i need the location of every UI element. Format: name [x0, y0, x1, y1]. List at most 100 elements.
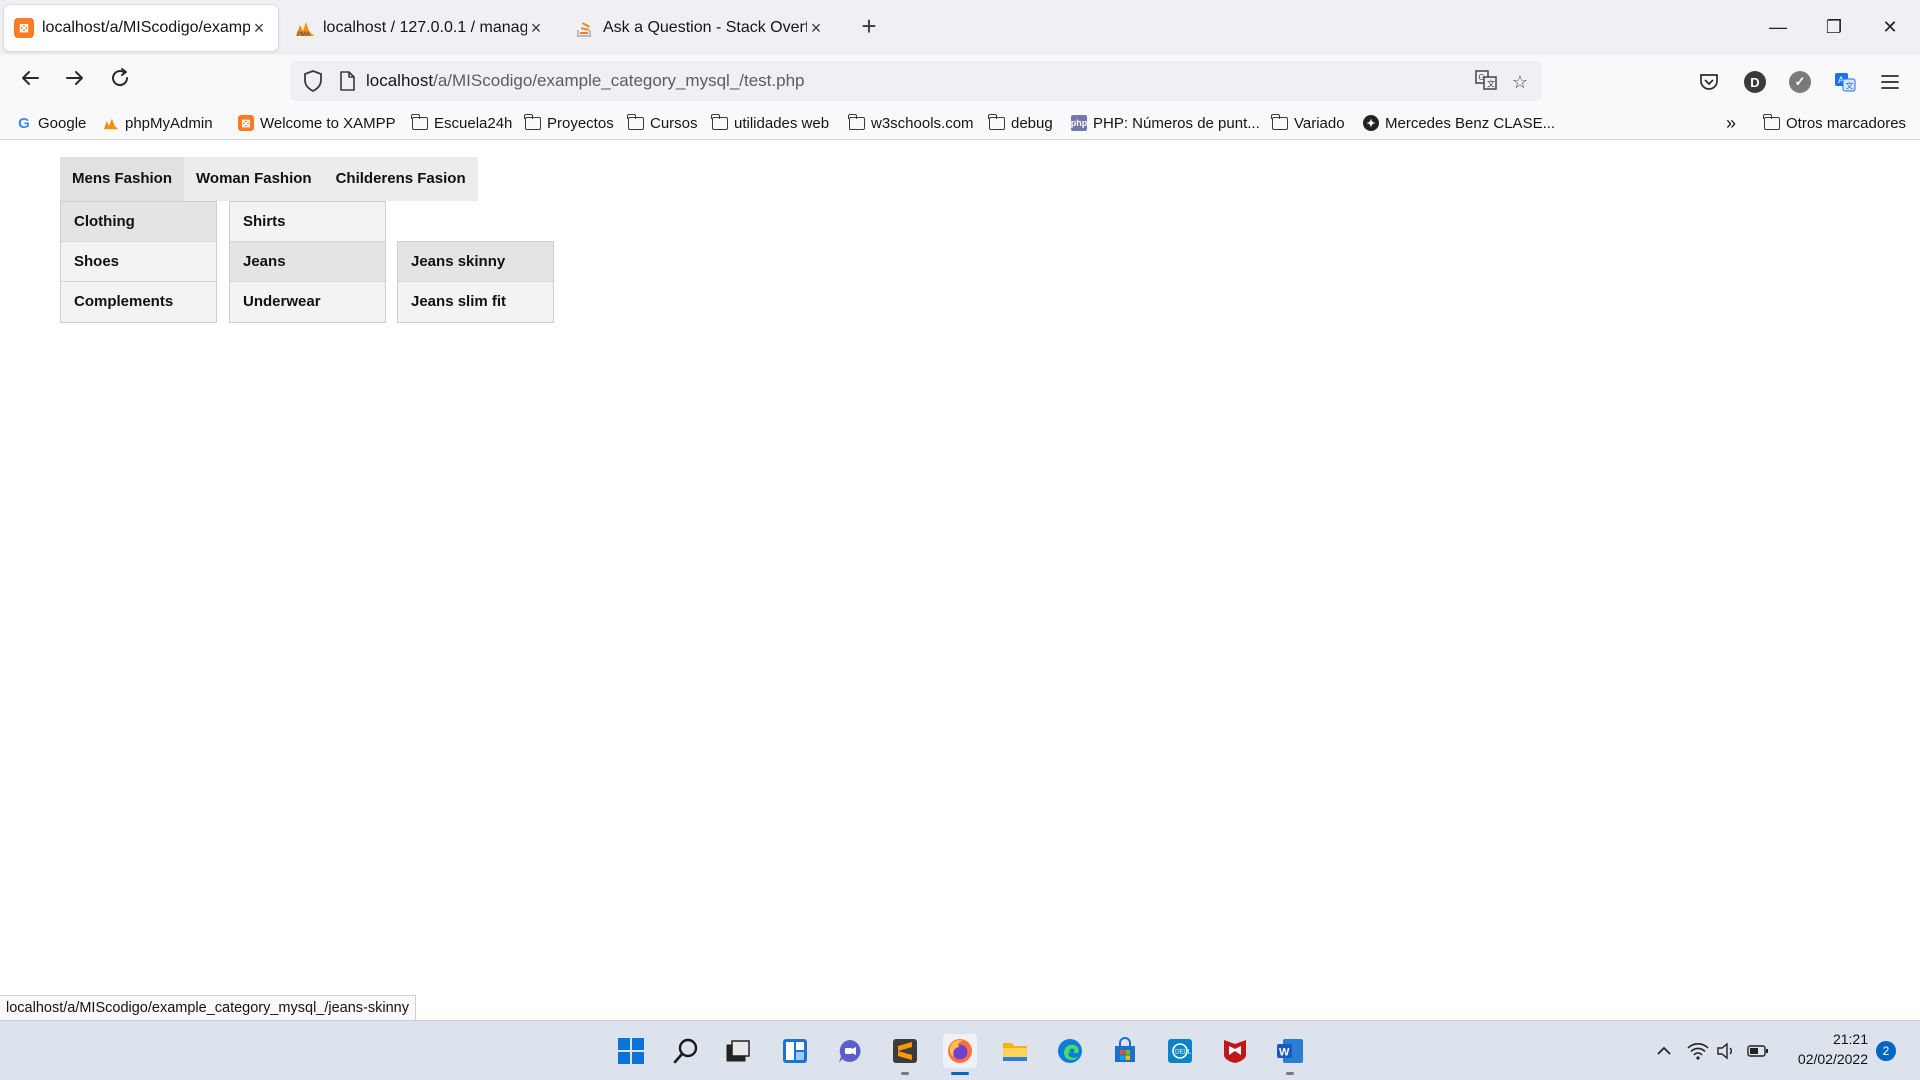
submenu-item-jeans[interactable]: Jeans — [230, 242, 385, 282]
notification-badge[interactable]: 2 — [1876, 1041, 1896, 1061]
svg-text:文: 文 — [1846, 81, 1854, 91]
folder-icon — [1763, 113, 1780, 130]
menu-hamburger-icon[interactable] — [1875, 67, 1905, 97]
svg-text:G: G — [1479, 73, 1485, 82]
restore-button[interactable]: ❐ — [1814, 10, 1854, 44]
running-indicator — [951, 1072, 969, 1075]
wifi-icon[interactable] — [1686, 1039, 1710, 1063]
bookmark-folder-w3schools[interactable]: w3schools.com — [848, 112, 974, 134]
edge-icon — [1058, 1039, 1082, 1063]
address-bar[interactable]: localhost/a/MIScodigo/example_category_m… — [290, 61, 1542, 101]
bookmark-folder-otros-marcadores[interactable]: Otros marcadores — [1763, 112, 1906, 134]
bookmark-folder-escuela24h[interactable]: Escuela24h — [411, 112, 512, 134]
close-icon[interactable]: × — [807, 18, 825, 39]
submenu-item-underwear[interactable]: Underwear — [230, 282, 385, 322]
file-explorer-icon — [1003, 1043, 1027, 1061]
close-window-button[interactable]: ✕ — [1870, 10, 1910, 44]
folder-icon — [627, 113, 644, 130]
bookmark-mercedes[interactable]: ✦ Mercedes Benz CLASE... — [1363, 112, 1555, 134]
back-button[interactable] — [13, 65, 47, 99]
volume-icon[interactable] — [1714, 1039, 1738, 1063]
search-button[interactable] — [669, 1034, 703, 1068]
tab-phpmyadmin[interactable]: PMA localhost / 127.0.0.1 / managing × — [285, 5, 555, 51]
bookmark-folder-proyectos[interactable]: Proyectos — [524, 112, 614, 134]
folder-icon — [848, 113, 865, 130]
submenu-item-clothing[interactable]: Clothing — [61, 202, 216, 242]
bookmark-label: Variado — [1294, 114, 1345, 132]
tab-strip: ⊠ localhost/a/MIScodigo/example_category… — [0, 0, 1920, 55]
tab-title: localhost / 127.0.0.1 / managing — [323, 19, 527, 36]
task-view-button[interactable] — [721, 1034, 755, 1068]
submenu-level2: Shirts Jeans Underwear — [229, 201, 386, 323]
bookmark-folder-debug[interactable]: debug — [988, 112, 1053, 134]
submenu-item-complements[interactable]: Complements — [61, 282, 216, 322]
close-icon[interactable]: × — [527, 18, 545, 39]
battery-icon[interactable] — [1746, 1039, 1770, 1063]
close-icon[interactable]: × — [250, 18, 268, 39]
pocket-icon[interactable] — [1694, 67, 1724, 97]
taskbar-firefox[interactable] — [943, 1034, 977, 1075]
taskbar-edge[interactable] — [1053, 1034, 1087, 1068]
windows-icon — [618, 1038, 644, 1064]
tab-stackoverflow[interactable]: Ask a Question - Stack Overflow × — [565, 5, 835, 51]
submenu-item-shirts[interactable]: Shirts — [230, 202, 385, 242]
tab-title: localhost/a/MIScodigo/example_category — [42, 19, 250, 36]
taskbar-word[interactable]: W — [1273, 1034, 1307, 1075]
url-text[interactable]: localhost/a/MIScodigo/example_category_m… — [366, 71, 804, 91]
submenu-item-shoes[interactable]: Shoes — [61, 242, 216, 282]
menu-item-mens-fashion[interactable]: Mens Fashion — [60, 157, 185, 201]
page-icon[interactable] — [338, 70, 356, 92]
extension-check-icon[interactable]: ✓ — [1785, 67, 1815, 97]
bookmark-phpmyadmin[interactable]: phpMyAdmin — [103, 112, 213, 134]
svg-text:文: 文 — [1487, 79, 1495, 89]
navigation-toolbar: localhost/a/MIScodigo/example_category_m… — [0, 55, 1920, 106]
taskbar-file-explorer[interactable] — [998, 1034, 1032, 1068]
taskbar: DELL W 21:21 02/02/2022 2 — [0, 1020, 1920, 1080]
menu-item-childerens-fasion[interactable]: Childerens Fasion — [324, 157, 478, 201]
running-indicator — [901, 1072, 909, 1075]
taskbar-dell[interactable]: DELL — [1163, 1034, 1197, 1068]
translate-icon[interactable]: G文 — [1473, 69, 1499, 95]
bookmark-label: Mercedes Benz CLASE... — [1385, 114, 1556, 132]
bookmark-folder-utilidades-web[interactable]: utilidades web — [711, 112, 830, 134]
minimize-button[interactable]: — — [1758, 10, 1798, 44]
url-path: /a/MIScodigo/example_category_mysql_/tes… — [433, 71, 805, 90]
bookmark-label: Welcome to XAMPP — [260, 114, 396, 132]
chat-button[interactable] — [833, 1034, 867, 1068]
menu-item-woman-fashion[interactable]: Woman Fashion — [184, 157, 324, 201]
folder-icon — [411, 113, 428, 130]
bookmark-label: Cursos — [650, 114, 698, 132]
tab-xampp-example[interactable]: ⊠ localhost/a/MIScodigo/example_category… — [4, 5, 278, 51]
profile-avatar[interactable]: D — [1740, 67, 1770, 97]
show-hidden-icons-chevron-up-icon[interactable] — [1652, 1039, 1676, 1063]
taskbar-sublime-text[interactable] — [888, 1034, 922, 1075]
taskbar-mcafee[interactable] — [1218, 1034, 1252, 1068]
translate-extension-icon[interactable]: A文 — [1830, 67, 1860, 97]
bookmark-label: utilidades web — [734, 114, 830, 132]
submenu-item-jeans-slim-fit[interactable]: Jeans slim fit — [398, 282, 553, 322]
system-clock[interactable]: 21:21 02/02/2022 — [1778, 1029, 1868, 1069]
bookmark-php-numeros[interactable]: php PHP: Números de punt... — [1071, 112, 1260, 134]
bookmark-xampp[interactable]: ⊠ Welcome to XAMPP — [238, 112, 396, 134]
reload-icon — [112, 68, 129, 87]
submenu-item-jeans-skinny[interactable]: Jeans skinny — [398, 242, 553, 282]
widgets-button[interactable] — [778, 1034, 812, 1068]
bookmarks-overflow-chevron-icon[interactable]: » — [1726, 112, 1736, 134]
taskbar-microsoft-store[interactable] — [1108, 1034, 1142, 1068]
shield-icon[interactable] — [302, 69, 324, 93]
start-button[interactable] — [614, 1034, 648, 1068]
bookmarks-toolbar: G Google phpMyAdmin ⊠ Welcome to XAMPP E… — [0, 106, 1920, 140]
bookmark-folder-cursos[interactable]: Cursos — [627, 112, 698, 134]
folder-icon — [1271, 113, 1288, 130]
bookmark-star-icon[interactable]: ☆ — [1507, 69, 1533, 95]
bookmark-label: PHP: Números de punt... — [1093, 114, 1260, 132]
bookmark-label: Google — [38, 114, 87, 132]
running-indicator — [1286, 1072, 1294, 1075]
bookmark-folder-variado[interactable]: Variado — [1271, 112, 1345, 134]
forward-button[interactable] — [58, 65, 92, 99]
new-tab-button[interactable]: + — [854, 12, 884, 42]
phpmyadmin-icon: PMA — [295, 18, 315, 38]
svg-text:PMA: PMA — [297, 32, 311, 37]
reload-button[interactable] — [103, 65, 137, 99]
bookmark-google[interactable]: G Google — [16, 112, 86, 134]
